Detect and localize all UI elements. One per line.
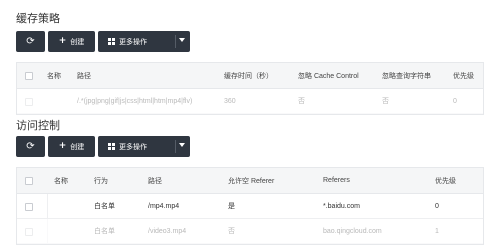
- row-priority: 1: [435, 227, 439, 235]
- row-allow-empty: 否: [228, 228, 235, 235]
- table-row[interactable]: /.*(jpg|png|gif|js|css|html|htm|mp4|flv)…: [17, 89, 483, 114]
- col-action[interactable]: 行为: [94, 168, 108, 193]
- access-section-title: 访问控制: [16, 120, 60, 132]
- row-action: 白名单: [94, 203, 115, 210]
- column-divider: [47, 219, 48, 243]
- button-separator: [175, 35, 176, 48]
- cache-toolbar: ⟳ + 创建 更多操作: [16, 31, 190, 52]
- col-priority[interactable]: 优先级: [435, 168, 456, 193]
- refresh-icon: ⟳: [26, 35, 35, 47]
- caret-down-icon[interactable]: [179, 38, 185, 42]
- col-name[interactable]: 名称: [54, 168, 68, 193]
- cache-more-actions-button[interactable]: 更多操作: [98, 31, 190, 52]
- col-name[interactable]: 名称: [47, 63, 61, 88]
- row-checkbox[interactable]: [25, 98, 33, 106]
- row-cache-time: 360: [224, 97, 236, 105]
- row-priority: 0: [453, 97, 457, 105]
- col-path[interactable]: 路径: [148, 168, 162, 193]
- button-separator: [175, 140, 176, 153]
- col-ignore-cache-control[interactable]: 忽略 Cache Control: [298, 63, 359, 88]
- create-label: 创建: [70, 37, 85, 46]
- row-path: /mp4.mp4: [148, 202, 180, 210]
- row-referers: bao.qingcloud.com: [323, 227, 382, 235]
- column-divider: [47, 194, 48, 218]
- col-ignore-query[interactable]: 忽略查询字符串: [382, 63, 431, 88]
- col-referers[interactable]: Referers: [323, 168, 350, 193]
- row-priority: 0: [435, 202, 439, 210]
- access-table: 名称 行为 路径 允许空 Referer Referers 优先级 白名单 /m…: [16, 167, 484, 245]
- row-action: 白名单: [94, 228, 115, 235]
- table-row[interactable]: 白名单 /mp4.mp4 是 *.baidu.com 0: [17, 194, 483, 219]
- more-actions-label: 更多操作: [119, 37, 147, 46]
- create-label: 创建: [70, 142, 85, 151]
- row-ignore-query: 否: [382, 98, 389, 105]
- refresh-icon: ⟳: [26, 140, 35, 152]
- row-ignore-cache-control: 否: [298, 98, 305, 105]
- access-refresh-button[interactable]: ⟳: [16, 136, 45, 157]
- cache-section-title: 缓存策略: [16, 13, 60, 25]
- access-table-header: 名称 行为 路径 允许空 Referer Referers 优先级: [17, 168, 483, 194]
- access-create-button[interactable]: + 创建: [48, 136, 95, 157]
- cache-refresh-button[interactable]: ⟳: [16, 31, 45, 52]
- col-priority[interactable]: 优先级: [453, 63, 474, 88]
- access-more-actions-button[interactable]: 更多操作: [98, 136, 190, 157]
- row-path: /.*(jpg|png|gif|js|css|html|htm|mp4|flv): [77, 97, 193, 105]
- col-allow-empty-referer[interactable]: 允许空 Referer: [228, 168, 274, 193]
- row-referers: *.baidu.com: [323, 202, 360, 210]
- more-actions-label: 更多操作: [119, 142, 147, 151]
- caret-down-icon[interactable]: [179, 143, 185, 147]
- cache-table-header: 名称 路径 缓存时间（秒） 忽略 Cache Control 忽略查询字符串 优…: [17, 63, 483, 89]
- cache-create-button[interactable]: + 创建: [48, 31, 95, 52]
- grid-icon: [108, 143, 115, 150]
- row-allow-empty: 是: [228, 203, 235, 210]
- cache-table: 名称 路径 缓存时间（秒） 忽略 Cache Control 忽略查询字符串 优…: [16, 62, 484, 115]
- plus-icon: +: [58, 141, 67, 151]
- row-path: /video3.mp4: [148, 227, 187, 235]
- access-toolbar: ⟳ + 创建 更多操作: [16, 136, 190, 157]
- col-cache-time[interactable]: 缓存时间（秒）: [224, 63, 273, 88]
- table-row[interactable]: 白名单 /video3.mp4 否 bao.qingcloud.com 1: [17, 219, 483, 244]
- row-checkbox[interactable]: [25, 203, 33, 211]
- plus-icon: +: [58, 36, 67, 46]
- row-checkbox[interactable]: [25, 228, 33, 236]
- select-all-checkbox[interactable]: [25, 177, 33, 185]
- col-path[interactable]: 路径: [77, 63, 91, 88]
- grid-icon: [108, 38, 115, 45]
- select-all-checkbox[interactable]: [25, 72, 33, 80]
